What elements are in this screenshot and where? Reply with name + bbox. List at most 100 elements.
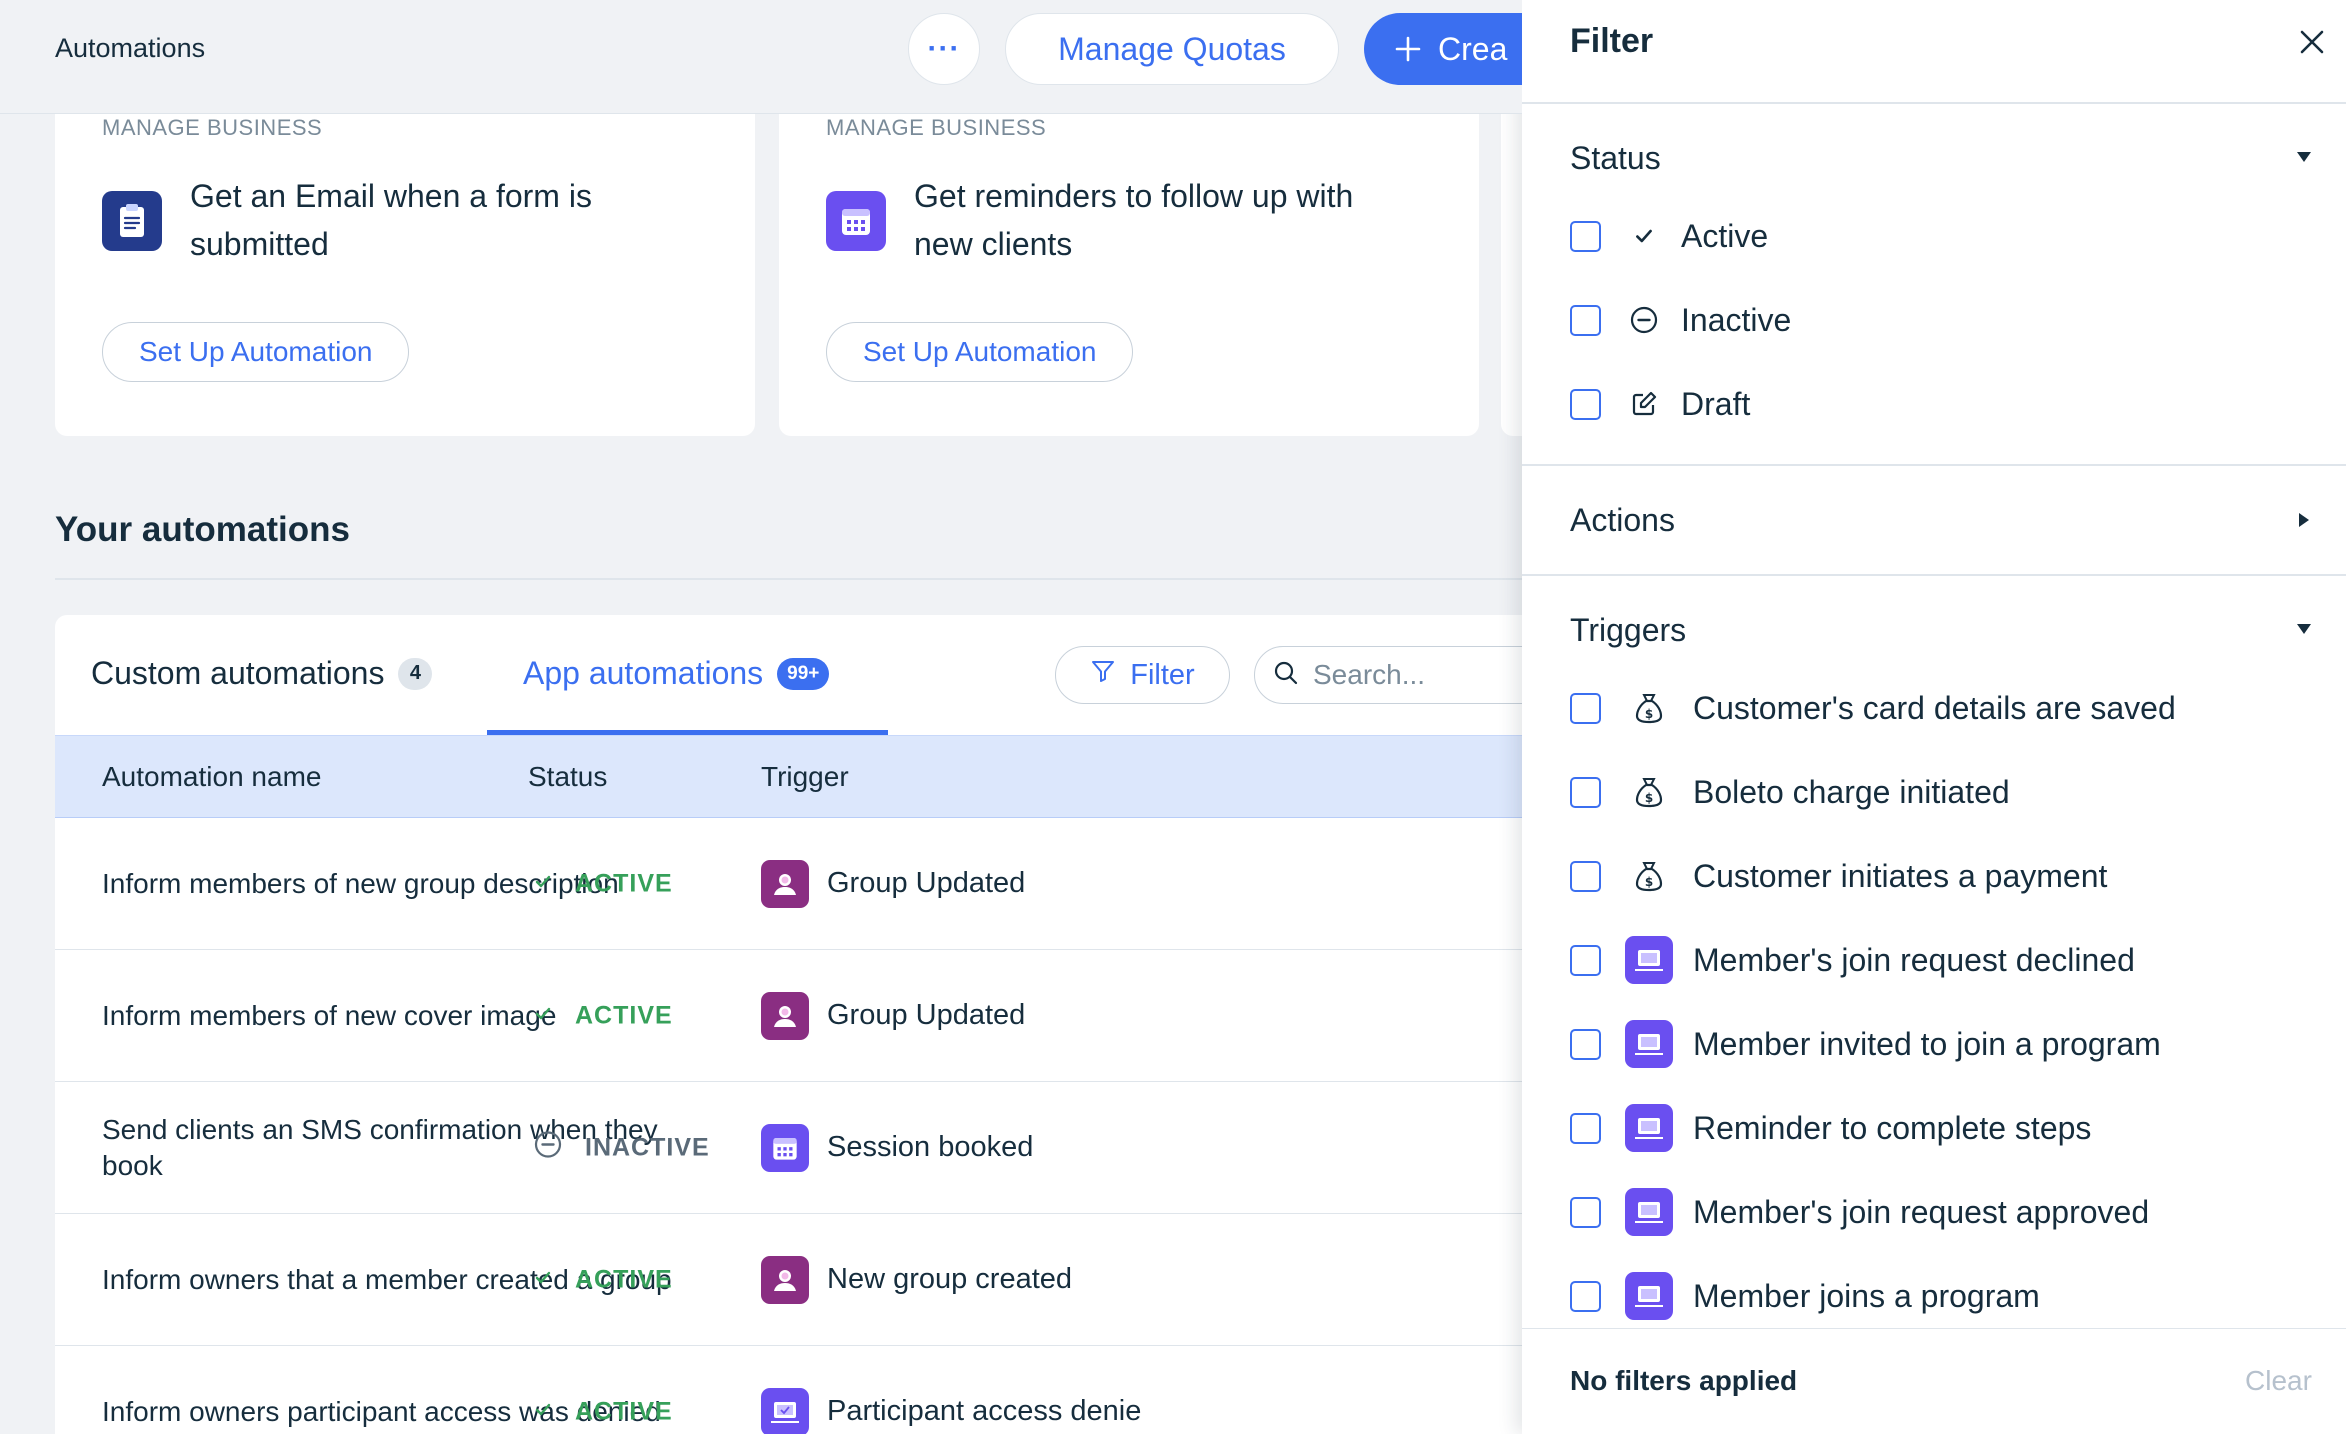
section-divider [55,578,1522,580]
search-field[interactable] [1254,646,1522,704]
caret-down-icon[interactable] [2292,145,2316,169]
filter-drawer: Filter Status Active Inactive Draft Acti… [1522,0,2346,1434]
checkbox[interactable] [1570,1280,1601,1312]
calendar-icon [826,191,886,251]
caret-down-icon[interactable] [2292,617,2316,641]
option-label: Member's join request approved [1693,1193,2150,1230]
money-bag-icon: $ [1625,852,1673,900]
check-icon [533,1397,553,1426]
tab-custom-automations[interactable]: Custom automations 4 [91,655,433,692]
checkbox[interactable] [1570,944,1601,976]
trigger-cell: New group created [761,1255,1072,1304]
filter-option-trigger[interactable]: Member's join request declined [1570,932,2135,988]
plus-icon [1394,28,1422,70]
filter-option-active[interactable]: Active [1570,208,1768,264]
checkbox[interactable] [1570,1028,1601,1060]
filter-button[interactable]: Filter [1055,646,1230,704]
group-icon [761,859,809,908]
filter-option-trigger[interactable]: $ Customer initiates a payment [1570,848,2107,904]
count-badge: 4 [398,657,433,690]
table-row[interactable]: Send clients an SMS confirmation when th… [55,1082,1522,1214]
filter-option-trigger[interactable]: Member joins a program [1570,1268,2040,1324]
filter-option-trigger[interactable]: Member's join request approved [1570,1184,2149,1240]
filter-option-trigger[interactable]: $ Boleto charge initiated [1570,764,2010,820]
divider [1522,464,2346,466]
drawer-title: Filter [1570,22,1654,60]
drawer-footer: No filters applied Clear [1522,1328,2346,1434]
status-label: ACTIVE [575,1001,673,1029]
option-label: Customer initiates a payment [1693,857,2108,894]
table-row[interactable]: Inform members of new group description … [55,818,1522,950]
checkbox[interactable] [1570,776,1601,808]
checkbox[interactable] [1570,304,1601,336]
column-header-trigger[interactable]: Trigger [761,761,849,793]
suggestion-card-partial [1501,100,1522,436]
create-label: Crea [1438,30,1508,67]
more-actions-button[interactable]: ··· [908,13,980,85]
filter-option-trigger[interactable]: $ Customer's card details are saved [1570,680,2176,736]
status-badge: ACTIVE [533,1397,673,1426]
column-header-name[interactable]: Automation name [102,761,321,793]
count-badge: 99+ [777,657,830,690]
filter-option-draft[interactable]: Draft [1570,376,1750,432]
check-icon [533,1265,553,1294]
status-label: ACTIVE [575,869,673,897]
option-label: Member invited to join a program [1693,1025,2161,1062]
filter-option-inactive[interactable]: Inactive [1570,292,1791,348]
table-row[interactable]: Inform owners participant access was den… [55,1346,1522,1434]
option-label: Reminder to complete steps [1693,1109,2092,1146]
option-label: Customer's card details are saved [1693,689,2176,726]
tab-app-automations[interactable]: App automations 99+ [523,655,830,692]
checkbox[interactable] [1570,692,1601,724]
filter-option-trigger[interactable]: Member invited to join a program [1570,1016,2161,1072]
laptop-icon [1625,1188,1673,1236]
minus-circle-icon [1629,305,1659,335]
option-label: Boleto charge initiated [1693,773,2010,810]
option-label: Member joins a program [1693,1277,2040,1314]
status-badge: ACTIVE [533,1001,673,1030]
status-badge: ACTIVE [533,869,673,898]
laptop-icon [761,1387,809,1434]
top-bar: Automations ··· Manage Quotas Crea [0,0,1522,114]
actions-section-header[interactable]: Actions [1570,502,1675,539]
automations-panel: Custom automations 4 App automations 99+… [55,615,1522,1434]
table-row[interactable]: Inform members of new cover image ACTIVE… [55,950,1522,1082]
manage-quotas-button[interactable]: Manage Quotas [1005,13,1339,85]
create-automation-button[interactable]: Crea [1364,13,1522,85]
filter-option-trigger[interactable]: Reminder to complete steps [1570,1100,2091,1156]
laptop-icon [1625,1020,1673,1068]
status-section-header[interactable]: Status [1570,140,1661,177]
trigger-label: Group Updated [827,867,1026,899]
set-up-automation-button[interactable]: Set Up Automation [826,322,1134,382]
card-description: Get an Email when a form is submitted [190,178,592,262]
divider [1522,102,2346,104]
checkbox[interactable] [1570,1112,1601,1144]
column-header-status[interactable]: Status [528,761,607,793]
trigger-label: Participant access denie [827,1395,1142,1427]
status-badge: ACTIVE [533,1265,673,1294]
set-up-automation-button[interactable]: Set Up Automation [102,322,410,382]
search-input[interactable] [1313,659,1513,691]
option-label: Active [1681,217,1769,254]
card-description: Get reminders to follow up with new clie… [914,178,1354,262]
clear-button[interactable]: Clear [2245,1365,2312,1397]
card-category: MANAGE BUSINESS [102,115,323,140]
tab-label: App automations [523,655,764,691]
triggers-section-header[interactable]: Triggers [1570,612,1686,649]
checkbox[interactable] [1570,860,1601,892]
caret-right-icon[interactable] [2292,508,2316,532]
option-label: Member's join request declined [1693,941,2135,978]
status-label: INACTIVE [585,1133,710,1161]
minus-circle-icon [533,1129,563,1166]
checkbox[interactable] [1570,388,1601,420]
filter-status-text: No filters applied [1570,1365,1798,1396]
svg-text:$: $ [1645,707,1653,721]
close-icon[interactable] [2292,22,2332,62]
checkbox[interactable] [1570,220,1601,252]
status-label: ACTIVE [575,1265,673,1293]
laptop-icon [1625,1272,1673,1320]
check-icon [533,1001,553,1030]
table-row[interactable]: Inform owners that a member created a gr… [55,1214,1522,1346]
divider [1522,574,2346,576]
checkbox[interactable] [1570,1196,1601,1228]
